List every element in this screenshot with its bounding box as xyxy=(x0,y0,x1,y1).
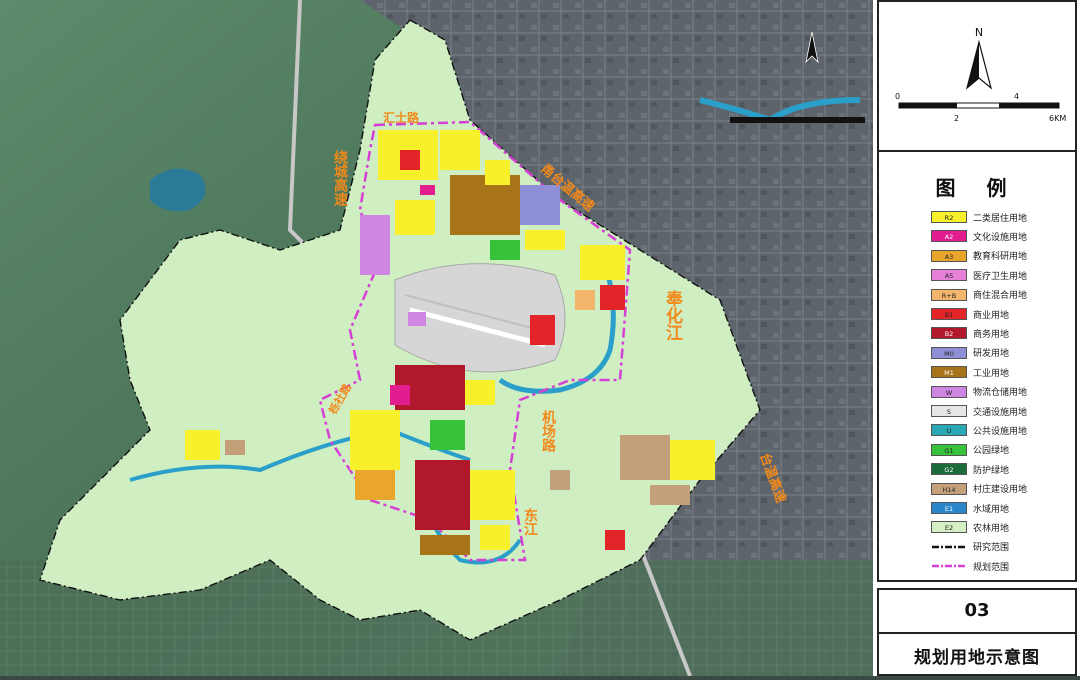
legend-title: 图 例 xyxy=(935,176,1019,200)
legend-panel: N 0 2 4 6KM 图 例 R2 二类居住用地 A2 文化设施用地 A3 教育科研用地… xyxy=(873,0,1080,676)
legend-label: 二类居住用地 xyxy=(973,213,1028,224)
legend-swatch: H14 xyxy=(931,482,967,495)
legend-swatch: A5 xyxy=(931,269,967,282)
sheet-title: 规划用地示意图 xyxy=(914,648,1040,668)
legend-line-label: 研究范围 xyxy=(973,543,1010,554)
legend-label: 物流仓储用地 xyxy=(973,388,1028,399)
legend-item: B1 商业用地 xyxy=(931,307,1009,321)
sheet-title-box: 规划用地示意图 xyxy=(877,632,1077,676)
label-road-huishi: 汇士路 xyxy=(383,110,420,125)
legend-item: R2 二类居住用地 xyxy=(931,210,1027,224)
north-scale-graphic: N 0 2 4 6KM xyxy=(895,26,1066,123)
legend-item: E1 水域用地 xyxy=(931,501,1009,515)
legend-item: U 公共设施用地 xyxy=(931,423,1027,437)
legend-label: 商住混合用地 xyxy=(973,291,1028,302)
legend-swatch: U xyxy=(931,424,967,437)
legend-swatch: B2 xyxy=(931,327,967,340)
north-arrow-icon xyxy=(965,39,993,90)
map-scale-bar xyxy=(730,117,865,123)
legend-swatch: S xyxy=(931,405,967,417)
legend-item: E2 农林用地 xyxy=(931,520,1009,534)
airport xyxy=(394,263,566,373)
legend-label: 商务用地 xyxy=(973,329,1010,340)
legend-label: 交通设施用地 xyxy=(973,407,1028,418)
legend-swatch: E2 xyxy=(931,521,967,534)
scale-tick-4: 4 xyxy=(1014,92,1019,101)
sheet-number-box: 03 xyxy=(877,588,1077,634)
legend-swatch: A3 xyxy=(931,249,967,262)
legend-item: M0 研发用地 xyxy=(931,346,1009,360)
legend-label: 医疗卫生用地 xyxy=(973,271,1028,282)
legend-swatch: W xyxy=(931,385,967,398)
legend-line-item: 研究范围 xyxy=(931,540,1009,554)
legend-swatch: B1 xyxy=(931,308,967,320)
legend-swatch: A2 xyxy=(931,230,967,243)
legend-swatch: E1 xyxy=(931,502,967,514)
legend-item: H14 村庄建设用地 xyxy=(931,482,1027,496)
label-river-dong: 东江 xyxy=(522,507,538,537)
scale-tick-6: 6KM xyxy=(1049,114,1066,123)
north-label: N xyxy=(975,26,983,39)
legend-item: R+B 商住混合用地 xyxy=(931,288,1027,302)
land-use-map[interactable]: 汇士路 绕城高速 甬台温高速 奉化江 机场路 东江 台温高速 栎社路 xyxy=(0,0,873,677)
legend-swatch: M1 xyxy=(931,366,967,379)
legend-line-swatch xyxy=(932,564,966,568)
scale-tick-2: 2 xyxy=(954,114,959,123)
legend-line-swatch xyxy=(932,545,966,549)
legend-line-label: 规划范围 xyxy=(973,562,1010,573)
legend-box: 图 例 R2 二类居住用地 A2 文化设施用地 A3 教育科研用地 A5 医疗卫生用地 R+B 商… xyxy=(877,150,1077,582)
legend-swatch: G1 xyxy=(931,443,967,456)
legend-item: A2 文化设施用地 xyxy=(931,229,1027,243)
label-river-fenghua: 奉化江 xyxy=(662,289,684,341)
legend-label: 农林用地 xyxy=(973,523,1010,534)
map-canvas: 汇士路 绕城高速 甬台温高速 奉化江 机场路 东江 台温高速 栎社路 xyxy=(0,0,873,677)
legend-label: 文化设施用地 xyxy=(973,232,1028,243)
legend-label: 公共设施用地 xyxy=(973,426,1028,437)
legend-item: G1 公园绿地 xyxy=(931,443,1009,457)
legend-item: S 交通设施用地 xyxy=(931,404,1027,418)
scale-bar: 0 2 4 6KM xyxy=(895,92,1066,123)
legend-label: 村庄建设用地 xyxy=(973,485,1028,496)
label-highway-raocheng: 绕城高速 xyxy=(332,149,348,207)
north-arrow-box: N 0 2 4 6KM xyxy=(877,0,1077,152)
legend-label: 工业用地 xyxy=(973,368,1010,379)
legend-label: 水域用地 xyxy=(973,504,1010,515)
legend-label: 商业用地 xyxy=(973,310,1010,321)
sheet-number: 03 xyxy=(964,600,990,621)
legend-item: B2 商务用地 xyxy=(931,326,1009,340)
legend-item: A3 教育科研用地 xyxy=(931,249,1027,263)
scale-tick-0: 0 xyxy=(895,92,900,101)
legend-label: 研发用地 xyxy=(973,349,1010,360)
legend-label: 公园绿地 xyxy=(973,446,1010,457)
legend-swatch: R+B xyxy=(931,288,967,301)
legend-label: 防护绿地 xyxy=(973,465,1010,476)
legend-swatch: G2 xyxy=(931,463,967,476)
legend-line-item: 规划范围 xyxy=(931,559,1009,573)
legend-item: M1 工业用地 xyxy=(931,365,1009,379)
legend-label: 教育科研用地 xyxy=(973,252,1028,263)
legend-item: W 物流仓储用地 xyxy=(931,385,1027,399)
label-road-jichang: 机场路 xyxy=(540,409,556,452)
legend-swatch: R2 xyxy=(931,211,967,223)
legend-item: G2 防护绿地 xyxy=(931,462,1009,476)
legend-item: A5 医疗卫生用地 xyxy=(931,268,1027,282)
legend-swatch: M0 xyxy=(931,346,967,359)
